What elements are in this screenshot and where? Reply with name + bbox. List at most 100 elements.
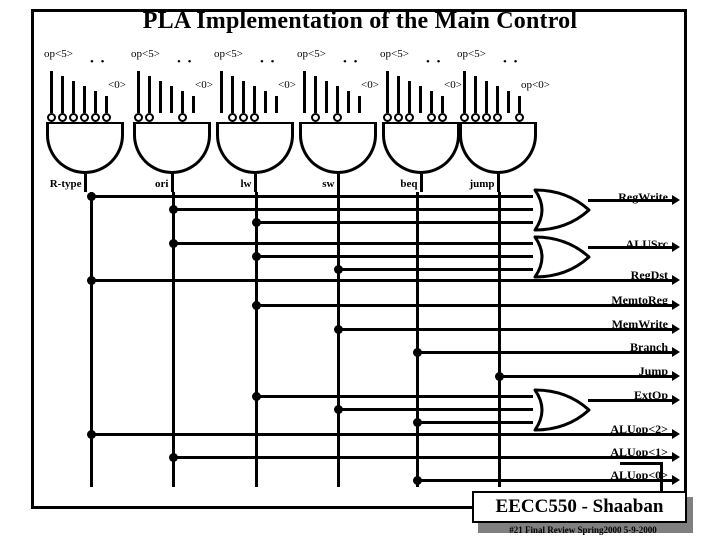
output-arrow-RegDst <box>672 275 680 285</box>
connection-dot-ALUop2-R-type <box>86 429 96 439</box>
input-ellipsis-1: • • <box>177 56 194 68</box>
signal-line-RegWrite-2 <box>256 220 533 224</box>
output-arrow-MemWrite <box>672 324 680 334</box>
and-gate-inverting-bubble-R-type-1 <box>58 113 67 122</box>
output-arrow-ALUop1 <box>672 452 680 462</box>
and-gate-inverting-bubble-beq-0 <box>383 113 392 122</box>
and-gate-label-sw: sw <box>322 178 335 190</box>
and-gate-output-stem-R-type <box>83 174 87 192</box>
and-gate-output-stem-sw <box>336 174 340 192</box>
connection-dot-ExtOp-lw <box>251 391 261 401</box>
input-ellipsis-3: • • <box>343 56 360 68</box>
and-gate-inverting-bubble-lw-1 <box>228 113 237 122</box>
output-label-ALUop2: ALUop<2> <box>610 422 668 436</box>
input-stem <box>474 76 477 113</box>
output-label-ALUSrc: ALUSrc <box>625 237 668 251</box>
input-stem <box>347 91 350 113</box>
and-gate-inverting-bubble-jump-5 <box>515 113 524 122</box>
connection-dot-ALUSrc-lw <box>251 251 261 261</box>
and-gate-inverting-bubble-beq-2 <box>405 113 414 122</box>
connection-dot-RegWrite-R-type <box>86 191 96 201</box>
and-gate-inverting-bubble-jump-1 <box>471 113 480 122</box>
output-arrow-Jump <box>672 371 680 381</box>
input-stem <box>264 91 267 113</box>
and-gate-inverting-bubble-lw-3 <box>250 113 259 122</box>
footer-connector-horizontal <box>620 462 663 465</box>
input-stem <box>463 71 466 113</box>
connection-dot-MemWrite-sw <box>333 324 343 334</box>
input-group-bottom-label-5: op<0> <box>521 79 550 91</box>
and-gate-inverting-bubble-R-type-2 <box>69 113 78 122</box>
and-gate-label-jump: jump <box>469 178 495 190</box>
output-label-ExtOp: ExtOp <box>633 388 668 402</box>
and-gate-inverting-bubble-jump-3 <box>493 113 502 122</box>
page-title: PLA Implementation of the Main Control <box>142 8 578 34</box>
input-stem <box>159 81 162 113</box>
input-stem <box>303 71 306 113</box>
and-gate-label-beq: beq <box>400 178 418 190</box>
and-gate-inverting-bubble-beq-1 <box>394 113 403 122</box>
connection-dot-RegDst-R-type <box>86 275 96 285</box>
output-label-ALUop0: ALUop<0> <box>610 468 668 482</box>
input-stem <box>192 96 195 113</box>
input-group-top-label-5: op<5> <box>457 48 486 60</box>
product-term-bus-R-type <box>89 192 93 487</box>
input-group-bottom-label-2: <0> <box>278 79 296 91</box>
output-label-RegWrite: RegWrite <box>618 190 668 204</box>
input-group-bottom-label-1: <0> <box>195 79 213 91</box>
input-ellipsis-0: • • <box>90 56 107 68</box>
input-stem <box>314 76 317 113</box>
input-ellipsis-2: • • <box>260 56 277 68</box>
and-gate-output-stem-beq <box>419 174 423 192</box>
connection-dot-ExtOp-beq <box>412 417 422 427</box>
input-stem <box>148 76 151 113</box>
input-group-top-label-4: op<5> <box>380 48 409 60</box>
input-ellipsis-4: • • <box>426 56 443 68</box>
output-label-Branch: Branch <box>629 340 668 354</box>
input-stem <box>397 76 400 113</box>
and-gate-inverting-bubble-R-type-5 <box>102 113 111 122</box>
footer-badge-label: EECC550 - Shaaban <box>495 496 664 517</box>
connection-dot-ALUop0-beq <box>412 475 422 485</box>
input-stem <box>61 76 64 113</box>
product-term-bus-beq <box>415 192 419 487</box>
output-arrow-ALUop0 <box>672 475 680 485</box>
and-gate-inverting-bubble-ori-1 <box>145 113 154 122</box>
input-stem <box>72 81 75 113</box>
and-gate-inverting-bubble-beq-4 <box>427 113 436 122</box>
and-gate-inverting-bubble-R-type-4 <box>91 113 100 122</box>
product-term-bus-ori <box>171 192 175 487</box>
output-label-MemtoReg: MemtoReg <box>611 293 668 307</box>
connection-dot-ExtOp-sw <box>333 404 343 414</box>
input-stem <box>50 71 53 113</box>
input-stem <box>83 86 86 113</box>
input-stem <box>181 91 184 113</box>
input-stem <box>105 96 108 113</box>
input-stem <box>386 71 389 113</box>
connection-dot-Branch-beq <box>412 347 422 357</box>
input-stem <box>253 86 256 113</box>
connection-dot-RegWrite-lw <box>251 217 261 227</box>
and-gate-inverting-bubble-beq-5 <box>438 113 447 122</box>
output-label-ALUop1: ALUop<1> <box>610 445 668 459</box>
signal-line-RegWrite-0 <box>91 194 533 198</box>
product-term-bus-sw <box>336 192 340 487</box>
input-stem <box>408 81 411 113</box>
footer-subtitle: #21 Final Review Spring2000 5-9-2000 <box>509 525 657 535</box>
signal-line-ExtOp-1 <box>338 407 533 411</box>
and-gate-label-R-type: R-type <box>49 178 82 190</box>
input-stem <box>430 91 433 113</box>
input-stem <box>275 96 278 113</box>
and-gate-output-stem-ori <box>170 174 174 192</box>
and-gate-inverting-bubble-R-type-3 <box>80 113 89 122</box>
connection-dot-ALUSrc-sw <box>333 264 343 274</box>
output-arrow-ALUSrc <box>672 242 680 252</box>
input-stem <box>485 81 488 113</box>
output-arrow-RegWrite <box>672 195 680 205</box>
and-gate-label-ori: ori <box>155 178 169 190</box>
connection-dot-ALUop1-ori <box>168 452 178 462</box>
input-stem <box>336 86 339 113</box>
input-group-bottom-label-3: <0> <box>361 79 379 91</box>
signal-line-RegWrite-1 <box>173 207 533 211</box>
input-stem <box>242 81 245 113</box>
